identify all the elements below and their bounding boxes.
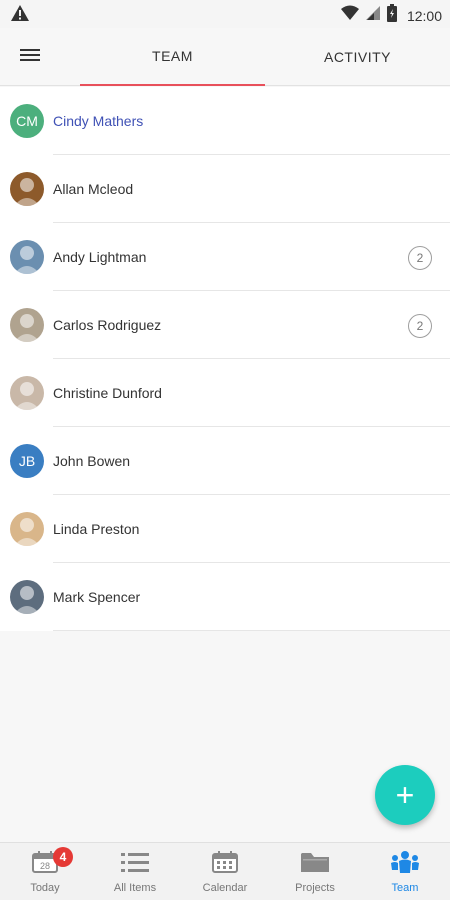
team-member-row[interactable]: Carlos Rodriguez 2 [0, 291, 450, 359]
nav-calendar[interactable]: Calendar [180, 843, 270, 900]
plus-icon: + [395, 776, 415, 813]
nav-today[interactable]: 28 4 Today [0, 843, 90, 900]
today-badge: 4 [53, 847, 73, 867]
app-bar: TEAM ACTIVITY [0, 28, 450, 86]
avatar: JB [10, 444, 44, 478]
team-member-row[interactable]: Mark Spencer [0, 563, 450, 631]
member-name: Carlos Rodriguez [53, 317, 162, 333]
team-member-row[interactable]: JB John Bowen [0, 427, 450, 495]
team-member-row[interactable]: Linda Preston [0, 495, 450, 563]
member-name: Andy Lightman [53, 249, 147, 265]
team-member-row[interactable]: CM Cindy Mathers [0, 87, 450, 155]
signal-icon [365, 5, 381, 26]
battery-icon [386, 4, 397, 27]
tab-activity[interactable]: ACTIVITY [265, 28, 450, 86]
team-member-row[interactable]: Allan Mcleod [0, 155, 450, 223]
nav-projects[interactable]: Projects [270, 843, 360, 900]
avatar: CM [10, 104, 44, 138]
member-name: Cindy Mathers [53, 113, 144, 129]
nav-calendar-label: Calendar [202, 882, 248, 894]
tab-team[interactable]: TEAM [80, 28, 265, 86]
team-list: CM Cindy Mathers Allan Mcleod Andy Lightman… [0, 87, 450, 631]
avatar [10, 240, 44, 274]
avatar [10, 376, 44, 410]
member-name: Allan Mcleod [53, 181, 134, 197]
avatar [10, 512, 44, 546]
member-name: John Bowen [53, 453, 131, 469]
nav-all-items-label: All Items [113, 882, 157, 894]
menu-icon[interactable] [20, 46, 42, 68]
avatar [10, 172, 44, 206]
nav-team[interactable]: Team [360, 843, 450, 900]
task-count-badge: 2 [408, 246, 432, 270]
team-icon [391, 851, 419, 878]
team-member-row[interactable]: Andy Lightman 2 [0, 223, 450, 291]
team-member-row[interactable]: Christine Dunford [0, 359, 450, 427]
nav-all-items[interactable]: All Items [90, 843, 180, 900]
calendar-day-number: 28 [40, 861, 50, 871]
avatar-initials: JB [18, 453, 36, 469]
nav-team-label: Team [391, 882, 419, 894]
avatar [10, 580, 44, 614]
nav-projects-label: Projects [295, 882, 335, 894]
status-icons: 12:00 [340, 4, 442, 27]
avatar-initials: CM [16, 113, 38, 129]
task-count-badge: 2 [408, 314, 432, 338]
nav-today-label: Today [30, 882, 60, 894]
status-bar: 12:00 [0, 0, 450, 28]
member-name: Linda Preston [53, 521, 140, 537]
screen: 12:00 TEAM ACTIVITY CM Cindy Mathers Allan… [0, 0, 450, 900]
status-time: 12:00 [406, 7, 442, 24]
bottom-nav: 28 4 Today All Items Calendar Projects T… [0, 842, 450, 900]
calendar-icon [212, 851, 238, 878]
add-member-button[interactable]: + [375, 765, 435, 825]
avatar [10, 308, 44, 342]
member-name: Christine Dunford [53, 385, 162, 401]
wifi-icon [340, 5, 359, 26]
list-icon [121, 851, 149, 878]
warning-icon [10, 4, 30, 27]
folder-icon [301, 851, 329, 878]
member-name: Mark Spencer [53, 589, 141, 605]
